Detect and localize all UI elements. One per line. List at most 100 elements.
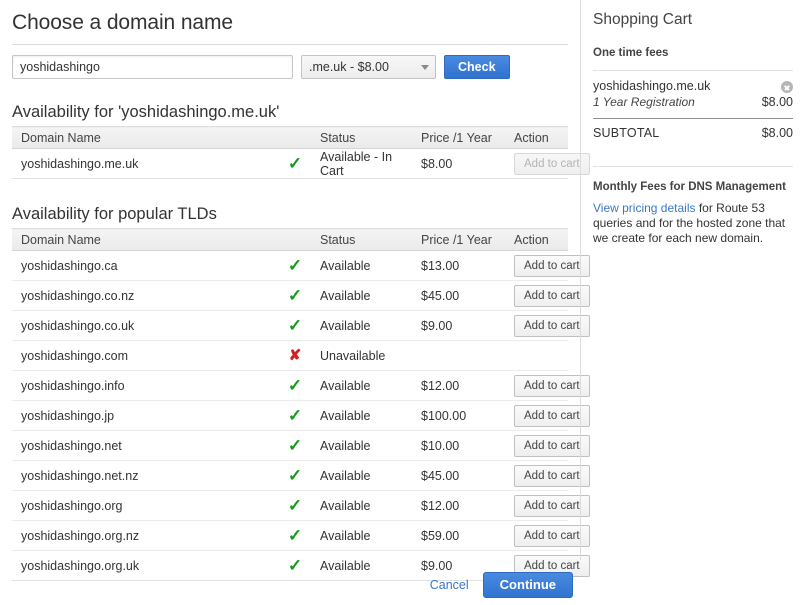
dns-section-heading: Monthly Fees for DNS Management [593, 181, 786, 193]
cell-availability-icon: ✓ [277, 430, 311, 461]
cell-domain-name: yoshidashingo.ca [12, 250, 277, 281]
cell-domain-name: yoshidashingo.me.uk [12, 148, 277, 179]
check-icon: ✓ [287, 154, 303, 173]
cell-availability-icon: ✓ [277, 460, 311, 491]
chevron-down-icon [421, 64, 429, 70]
add-to-cart-button[interactable]: Add to cart [514, 404, 590, 427]
table-row: yoshidashingo.com ✘ Unavailable [12, 340, 568, 371]
table-row: yoshidashingo.co.nz ✓ Available $45.00 Add t… [12, 280, 590, 311]
col-header-icon [277, 228, 311, 251]
cell-domain-name: yoshidashingo.com [12, 340, 277, 371]
cell-action: Add to cart [505, 520, 590, 551]
cell-availability-icon: ✓ [277, 520, 311, 551]
col-header-status: Status [311, 228, 412, 251]
cart-items-list: yoshidashingo.me.uk 1 Year Registration $8… [593, 79, 793, 109]
add-to-cart-button[interactable]: Add to cart [514, 284, 590, 307]
cell-price: $13.00 [412, 250, 505, 281]
cart-top-divider [593, 70, 793, 71]
cell-action [505, 340, 568, 371]
remove-circle-icon[interactable] [781, 81, 793, 93]
cell-availability-icon: ✓ [277, 490, 311, 521]
continue-button[interactable]: Continue [482, 572, 573, 598]
primary-table-header: Domain Name Status Price /1 Year Action [12, 126, 568, 149]
cell-action: Add to cart [505, 250, 590, 281]
cell-status: Unavailable [311, 340, 412, 371]
cart-item-description: 1 Year Registration [593, 95, 695, 109]
cell-price: $45.00 [412, 460, 505, 491]
cell-action: Add to cart [505, 310, 590, 341]
shopping-cart-panel: Shopping Cart One time fees yoshidashing… [593, 0, 793, 246]
cell-status: Available [311, 430, 412, 461]
cell-price: $45.00 [412, 280, 505, 311]
cell-availability-icon: ✓ [277, 280, 311, 311]
view-pricing-details-link[interactable]: View pricing details [593, 201, 696, 215]
page-footer: Cancel Continue [0, 565, 800, 605]
cancel-link[interactable]: Cancel [430, 578, 469, 592]
column-divider [580, 0, 581, 560]
add-to-cart-button[interactable]: Add to cart [514, 374, 590, 397]
add-to-cart-button[interactable]: Add to cart [514, 314, 590, 337]
cell-price: $100.00 [412, 400, 505, 431]
cell-status: Available [311, 460, 412, 491]
table-row: yoshidashingo.me.uk ✓ Available - In Cart $… [12, 148, 590, 179]
cell-action: Add to cart [505, 490, 590, 521]
cell-action: Add to cart [505, 460, 590, 491]
add-to-cart-button: Add to cart [514, 152, 590, 175]
col-header-action: Action [505, 126, 568, 149]
tld-table-body: yoshidashingo.ca ✓ Available $13.00 Add to c… [12, 250, 590, 581]
check-availability-button[interactable]: Check [444, 55, 510, 79]
subtotal-divider [593, 118, 793, 119]
primary-section-heading: Availability for 'yoshidashingo.me.uk' [12, 103, 280, 121]
domain-name-input[interactable] [12, 55, 293, 79]
cell-status: Available [311, 280, 412, 311]
cell-availability-icon: ✘ [277, 340, 311, 371]
primary-table-body: yoshidashingo.me.uk ✓ Available - In Cart $… [12, 148, 590, 179]
add-to-cart-button[interactable]: Add to cart [514, 464, 590, 487]
add-to-cart-button[interactable]: Add to cart [514, 434, 590, 457]
cell-domain-name: yoshidashingo.org [12, 490, 277, 521]
cell-status: Available [311, 310, 412, 341]
tld-section-heading: Availability for popular TLDs [12, 205, 217, 223]
cell-price: $9.00 [412, 310, 505, 341]
cell-price: $12.00 [412, 370, 505, 401]
col-header-price: Price /1 Year [412, 228, 505, 251]
cell-action: Add to cart [505, 430, 590, 461]
title-divider [12, 44, 568, 45]
popular-tlds-table: Domain Name Status Price /1 Year Action … [12, 228, 590, 581]
cell-availability-icon: ✓ [277, 310, 311, 341]
subtotal-row: SUBTOTAL $8.00 [593, 126, 793, 140]
check-icon: ✓ [287, 436, 303, 455]
table-row: yoshidashingo.jp ✓ Available $100.00 Add to … [12, 400, 590, 431]
add-to-cart-button[interactable]: Add to cart [514, 494, 590, 517]
cell-status: Available [311, 400, 412, 431]
cell-price: $8.00 [412, 148, 505, 179]
cell-availability-icon: ✓ [277, 250, 311, 281]
tld-select-value: .me.uk - $8.00 [309, 60, 389, 74]
cell-status: Available [311, 370, 412, 401]
table-header-row: Domain Name Status Price /1 Year Action [12, 126, 568, 149]
tld-select[interactable]: .me.uk - $8.00 [301, 55, 436, 79]
cell-status: Available [311, 490, 412, 521]
add-to-cart-button[interactable]: Add to cart [514, 524, 590, 547]
col-header-icon [277, 126, 311, 149]
cell-domain-name: yoshidashingo.co.uk [12, 310, 277, 341]
check-icon: ✓ [287, 466, 303, 485]
table-row: yoshidashingo.net.nz ✓ Available $45.00 Add … [12, 460, 590, 491]
cell-action: Add to cart [505, 148, 590, 179]
cell-status: Available [311, 250, 412, 281]
cell-domain-name: yoshidashingo.org.nz [12, 520, 277, 551]
cell-status: Available - In Cart [311, 148, 412, 179]
table-row: yoshidashingo.ca ✓ Available $13.00 Add to c… [12, 250, 590, 281]
dns-section-divider [593, 166, 793, 167]
domain-registration-page: Choose a domain name .me.uk - $8.00 Chec… [0, 0, 800, 605]
cart-item-amount: $8.00 [761, 95, 793, 109]
cell-domain-name: yoshidashingo.net [12, 430, 277, 461]
cell-domain-name: yoshidashingo.jp [12, 400, 277, 431]
cell-price: $59.00 [412, 520, 505, 551]
add-to-cart-button[interactable]: Add to cart [514, 254, 590, 277]
cart-item-domain: yoshidashingo.me.uk [593, 79, 711, 93]
cart-item: yoshidashingo.me.uk 1 Year Registration $8… [593, 79, 793, 109]
cell-availability-icon: ✓ [277, 370, 311, 401]
table-row: yoshidashingo.net ✓ Available $10.00 Add to … [12, 430, 590, 461]
subtotal-amount: $8.00 [761, 126, 793, 140]
